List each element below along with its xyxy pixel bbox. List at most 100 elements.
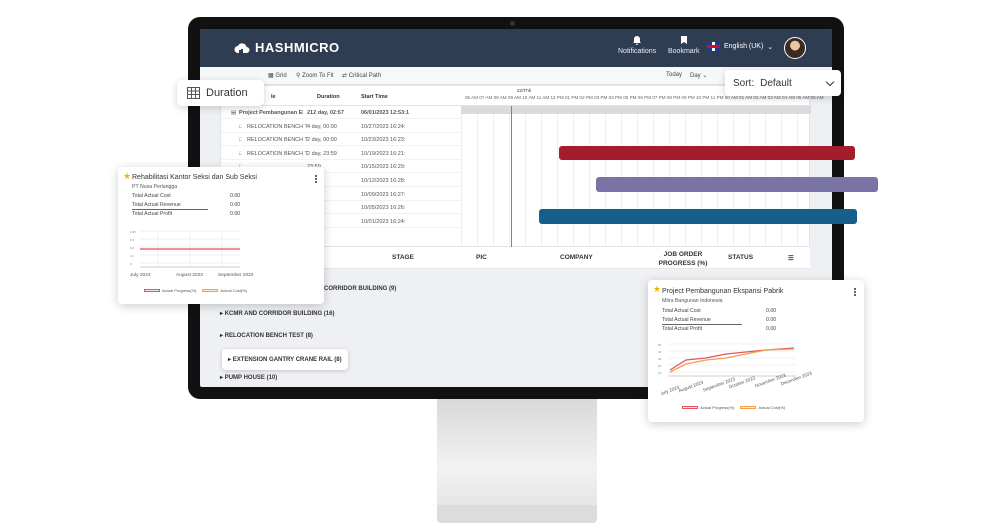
group-label: RELOCATION BENCH TEST (8): [224, 333, 313, 339]
group-row-pump-house[interactable]: ▸ PUMP HOUSE (10): [220, 374, 277, 381]
revenue-value: 0.00: [230, 202, 241, 208]
col-start-time: Start Time: [361, 94, 388, 100]
project-summary-band: [461, 106, 811, 114]
group-label: KCMR AND CORRIDOR BUILDING (16): [224, 311, 335, 317]
svg-text:10: 10: [658, 371, 662, 375]
divider: [132, 209, 208, 210]
monitor-stand: [437, 398, 597, 513]
group-row-extension[interactable]: ▸ EXTENSION GANTRY CRANE RAIL (8): [222, 349, 348, 370]
month-label: July 2023: [130, 273, 151, 278]
col-duration: Duration: [317, 94, 340, 100]
star-icon[interactable]: ★: [653, 284, 661, 295]
card-company: PT Nusa Perlangga: [132, 184, 178, 190]
legend-cost[interactable]: Actual Cost(%): [740, 405, 785, 410]
task-start: 10/01/2023 16:24:: [361, 218, 406, 225]
chart-legend: Actual Progress(%) Actual Cost(%): [682, 405, 785, 410]
gantt-date-label: 22/Thh: [517, 88, 532, 93]
legend-label: Actual Cost(%): [758, 405, 786, 410]
profit-value: 0.00: [766, 326, 777, 332]
gantt-row[interactable]: □ RELOCATION BENCH T4 day, 00:00 10/27/202…: [221, 120, 461, 133]
task-bar-purple[interactable]: [596, 177, 878, 192]
project-card-rehabilitasi[interactable]: ★ Rehabilitasi Kantor Seksi dan Sub Seks…: [118, 167, 324, 304]
top-navbar: HASHMICRO Notifications Bookmark English…: [200, 29, 832, 67]
zoom-to-fit-button[interactable]: ⚲ Zoom To Fit: [296, 72, 334, 79]
kebab-menu-icon[interactable]: [854, 288, 856, 290]
task-bar-red[interactable]: [559, 146, 855, 160]
zoom-label: Zoom To Fit: [302, 73, 334, 79]
user-avatar[interactable]: [784, 37, 806, 59]
cost-label: Total Actual Cost: [132, 193, 171, 199]
star-icon[interactable]: ★: [123, 171, 131, 182]
group-label: CORRIDOR BUILDING (9): [324, 286, 397, 292]
task-start: 10/15/2023 16:29:: [361, 164, 406, 171]
today-button[interactable]: Today: [666, 72, 682, 78]
legend-progress[interactable]: Actual Progress(%): [682, 405, 734, 410]
task-icon: □: [239, 137, 243, 144]
col-company: COMPANY: [560, 254, 593, 261]
svg-text:0.3: 0.3: [130, 238, 135, 242]
group-row-kcmr[interactable]: ▸ KCMR AND CORRIDOR BUILDING (16): [220, 310, 334, 317]
mini-chart-right: 50 40 30 20 10: [658, 343, 796, 377]
legend-progress[interactable]: Actual Progress(%): [144, 288, 196, 293]
logo-text: HASHMICRO: [255, 40, 340, 55]
bookmark-button[interactable]: Bookmark: [668, 35, 700, 55]
task-name: RELOCATION BENCH T: [247, 123, 308, 130]
task-duration: 4 day, 00:00: [307, 123, 337, 130]
svg-text:0.1: 0.1: [130, 254, 135, 258]
cost-value: 0.00: [766, 308, 777, 314]
card-title: Rehabilitasi Kantor Seksi dan Sub Seksi: [132, 174, 257, 181]
sort-dropdown[interactable]: Sort: Default: [725, 70, 841, 96]
svg-text:30: 30: [658, 357, 662, 361]
bell-icon: [633, 36, 642, 45]
task-duration: 212 day, 02:57: [307, 110, 344, 116]
duration-column-chip[interactable]: Duration: [177, 80, 264, 106]
project-card-ekspansi[interactable]: ★ Project Pembangunan Ekspansi Pabrik Mi…: [648, 280, 864, 422]
legend-cost[interactable]: Actual Cost(%): [202, 288, 247, 293]
card-company: Mitra Bangunan Indonesia: [662, 298, 723, 304]
legend-swatch: [202, 289, 219, 293]
month-label: September 2023: [218, 273, 254, 278]
col-progress: JOB ORDER PROGRESS (%): [658, 251, 708, 267]
bookmark-label: Bookmark: [668, 48, 700, 55]
svg-text:20: 20: [658, 364, 662, 368]
profit-value: 0.00: [230, 211, 241, 217]
folder-icon: ▤: [231, 110, 237, 116]
card-title: Project Pembangunan Ekspansi Pabrik: [662, 288, 784, 295]
hashmicro-logo[interactable]: HASHMICRO: [234, 40, 340, 55]
kebab-menu-icon[interactable]: [315, 175, 317, 177]
critical-path-button[interactable]: ⇄ Critical Path: [342, 72, 381, 79]
revenue-label: Total Actual Revenue: [662, 317, 711, 323]
notifications-button[interactable]: Notifications: [618, 35, 656, 55]
task-bar-blue[interactable]: [539, 209, 857, 224]
filter-icon[interactable]: ☰: [788, 254, 794, 262]
grid-button[interactable]: ▦ Grid: [268, 72, 287, 79]
svg-text:0: 0: [130, 262, 132, 266]
legend-label: Actual Progress(%): [700, 405, 735, 410]
gantt-row[interactable]: □ RELOCATION BENCH T2 day, 00:00 10/23/202…: [221, 133, 461, 147]
svg-text:40: 40: [658, 350, 662, 354]
duration-label: Duration: [206, 87, 248, 99]
gantt-row[interactable]: ▤ Project Pembangunan Eks 212 day, 02:57 06…: [221, 106, 461, 119]
group-row-corridor[interactable]: CORRIDOR BUILDING (9): [324, 286, 396, 292]
chart-legend: Actual Progress(%) Actual Cost(%): [144, 288, 247, 293]
task-duration: 2 day, 00:00: [307, 137, 337, 144]
group-row-relocation[interactable]: ▸ RELOCATION BENCH TEST (8): [220, 332, 313, 339]
table-icon: [187, 87, 200, 99]
profit-label: Total Actual Profit: [662, 326, 703, 332]
uk-flag-icon: [707, 42, 720, 51]
grid-label: Grid: [275, 73, 287, 79]
task-start: 10/12/2023 16:28:: [361, 178, 406, 184]
critical-label: Critical Path: [348, 73, 382, 79]
revenue-label: Total Actual Revenue: [132, 202, 181, 208]
legend-label: Actual Progress(%): [162, 288, 197, 293]
task-start: 10/27/2023 16:24:: [361, 123, 406, 130]
task-start: 10/23/2023 16:23:: [361, 137, 406, 144]
cost-value: 0.00: [230, 193, 241, 199]
language-selector[interactable]: English (UK) ⌄: [707, 42, 773, 51]
group-label: EXTENSION GANTRY CRANE RAIL (8): [232, 357, 342, 363]
month-label: August 2023: [176, 273, 203, 278]
scale-select[interactable]: Day ⌄: [690, 72, 707, 79]
svg-text:50: 50: [658, 343, 662, 347]
gantt-row[interactable]: □ RELOCATION BENCH T2 day, 23:59 10/19/202…: [221, 147, 461, 160]
mini-chart-left: 0.35 0.3 0.2 0.1 0: [130, 230, 240, 268]
